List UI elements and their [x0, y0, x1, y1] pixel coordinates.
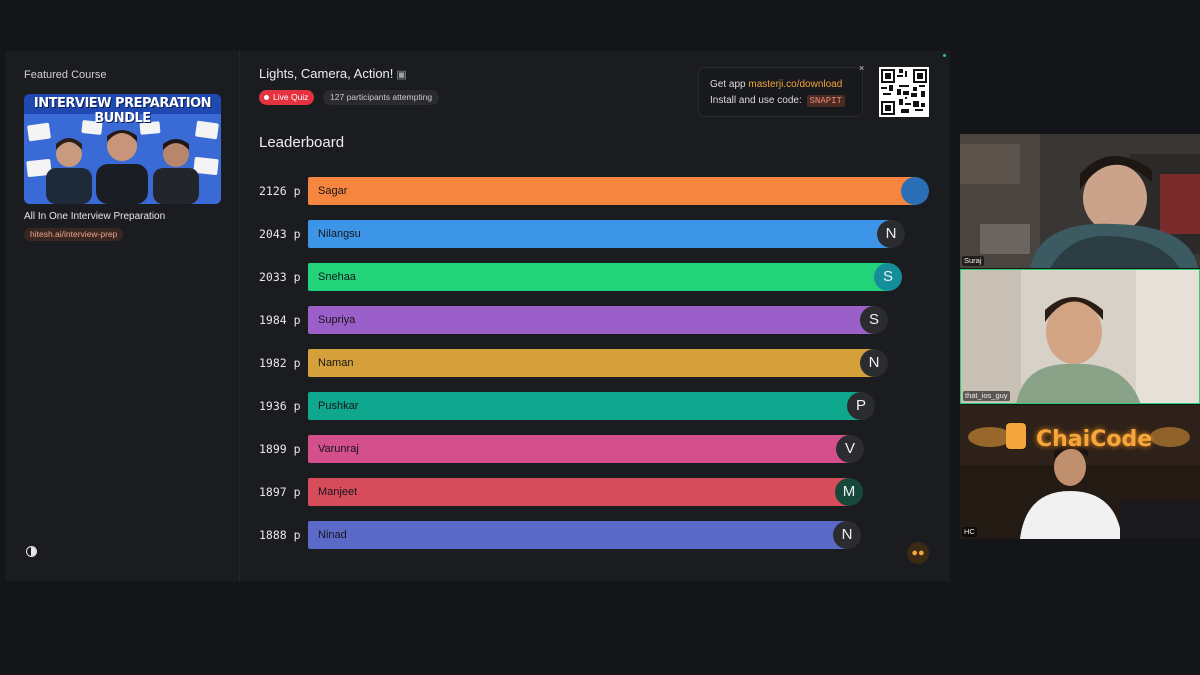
leaderboard-score: 1982 p [259, 356, 301, 370]
video-label: Suraj [962, 256, 984, 266]
course-link[interactable]: hitesh.ai/interview-prep [24, 228, 124, 241]
leaderboard-bar: Varunraj V [308, 435, 864, 463]
participant-avatar [901, 177, 929, 205]
leaderboard-score: 1888 p [259, 528, 301, 542]
course-name: All In One Interview Preparation [24, 211, 166, 222]
participant-video [960, 405, 1200, 539]
featured-course-title: Featured Course [24, 69, 107, 81]
video-tile-suraj: Suraj [960, 134, 1200, 268]
video-tile-hc: ChaiCode HC [960, 405, 1200, 539]
leaderboard-name: Sagar [318, 185, 348, 197]
participants-count: 127 participants attempting [323, 90, 440, 105]
close-icon[interactable]: × [859, 63, 864, 73]
app-promo-card: Get app masterji.co/download Install and… [698, 67, 863, 117]
leaderboard-bar: Supriya S [308, 306, 888, 334]
participant-avatar: S [874, 263, 902, 291]
chaicode-sign: ChaiCode [1036, 427, 1153, 452]
live-quiz-badge: Live Quiz [259, 90, 315, 105]
quiz-title: Lights, Camera, Action! ▣ [259, 66, 407, 81]
leaderboard-score: 1984 p [259, 313, 301, 327]
leaderboard-score: 2126 p [259, 184, 301, 198]
leaderboard-name: Supriya [318, 314, 356, 326]
leaderboard-bar: Nilangsu N [308, 220, 905, 248]
live-dot-icon [264, 95, 269, 100]
participant-avatar: N [877, 220, 905, 248]
leaderboard-score: 1936 p [259, 399, 301, 413]
promo-code: SNAPIT [806, 95, 845, 107]
leaderboard-bar: Ninad N [308, 521, 861, 549]
video-label: that_ios_guy [963, 391, 1010, 401]
leaderboard-name: Naman [318, 357, 354, 369]
contrast-icon[interactable] [26, 546, 37, 557]
thumbnail-banner-text: INTERVIEW PREPARATION BUNDLE [33, 96, 212, 126]
quiz-panel: Featured Course INTERVIEW PREPARATION BU… [5, 51, 950, 581]
qr-code [879, 67, 929, 117]
quiz-title-text: Lights, Camera, Action! [259, 66, 394, 81]
leaderboard-name: Manjeet [318, 486, 358, 498]
leaderboard-score: 2033 p [259, 270, 301, 284]
leaderboard-score: 1897 p [259, 485, 301, 499]
app-download-link[interactable]: masterji.co/download [748, 79, 842, 90]
participant-video [961, 270, 1199, 403]
leaderboard-name: Varunraj [318, 443, 359, 455]
participant-avatar: V [836, 435, 864, 463]
leaderboard-name: Snehaa [318, 271, 356, 283]
footsteps-icon[interactable]: ●● [907, 542, 929, 564]
participant-video [960, 134, 1200, 268]
video-label: HC [962, 527, 977, 537]
participant-avatar: N [860, 349, 888, 377]
clapperboard-icon: ▣ [396, 69, 407, 81]
app-promo-prefix: Get app [710, 79, 749, 90]
participant-avatar: M [835, 478, 863, 506]
promo-code-line: Install and use code: SNAPIT [710, 95, 845, 107]
quiz-stage: Featured Course INTERVIEW PREPARATION BU… [0, 0, 1200, 675]
status-dot [943, 54, 946, 57]
leaderboard-bar: Naman N [308, 349, 888, 377]
featured-sidebar: Featured Course INTERVIEW PREPARATION BU… [5, 51, 240, 581]
leaderboard-name: Pushkar [318, 400, 359, 412]
participant-avatar: P [847, 392, 875, 420]
leaderboard-bar: Sagar [308, 177, 929, 205]
live-quiz-label: Live Quiz [273, 92, 309, 102]
video-tile-that-ios-guy: that_ios_guy [960, 269, 1200, 404]
leaderboard-bar: Pushkar P [308, 392, 875, 420]
participant-avatar: S [860, 306, 888, 334]
course-thumbnail[interactable]: INTERVIEW PREPARATION BUNDLE [24, 94, 221, 204]
leaderboard-score: 1899 p [259, 442, 301, 456]
leaderboard-name: Ninad [318, 529, 347, 541]
leaderboard-score: 2043 p [259, 227, 301, 241]
leaderboard-bar: Manjeet M [308, 478, 863, 506]
leaderboard-bar: Snehaa S [308, 263, 902, 291]
leaderboard-title: Leaderboard [259, 134, 345, 151]
app-promo-line: Get app masterji.co/download [710, 79, 842, 90]
promo-code-label: Install and use code: [710, 95, 802, 106]
leaderboard-name: Nilangsu [318, 228, 361, 240]
participant-avatar: N [833, 521, 861, 549]
